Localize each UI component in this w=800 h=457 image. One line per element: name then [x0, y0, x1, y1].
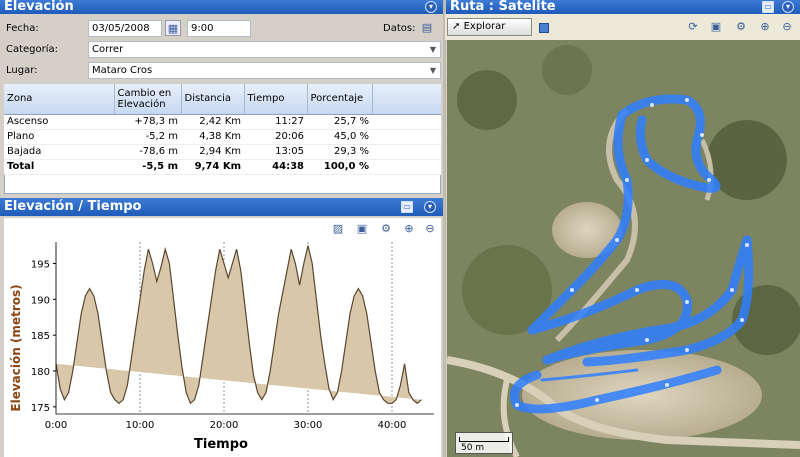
empty-cell	[372, 158, 441, 175]
select-region-icon[interactable]	[539, 23, 549, 33]
datos-icon[interactable]: ▤	[419, 20, 435, 36]
lugar-row: Lugar: Mataro Cros ▼	[0, 61, 445, 81]
tiempo-cell: 20:06	[244, 129, 307, 145]
scale-bar-line	[459, 437, 509, 442]
window-layout-icon[interactable]: ▭	[762, 1, 774, 13]
empty-cell	[372, 114, 441, 130]
elevation-panel-title-text: Elevación	[4, 0, 74, 14]
cambio-total-cell: -5,5 m	[114, 158, 181, 175]
tiempo-total-cell: 44:38	[244, 158, 307, 175]
scale-label: 50 m	[461, 443, 485, 453]
column-header-cambio[interactable]: Cambio en Elevación	[114, 84, 182, 115]
zoom-in-icon[interactable]: ⊕	[757, 19, 773, 35]
chevron-down-icon[interactable]: ▼	[426, 63, 440, 78]
column-header-zona[interactable]: Zona	[4, 84, 115, 115]
porcentaje-cell: 29,3 %	[307, 144, 372, 160]
cambio-cell: -78,6 m	[114, 144, 181, 160]
zona-total-cell: Total	[4, 158, 114, 175]
y-tick-label: 195	[31, 260, 50, 271]
cambio-cell: -5,2 m	[114, 129, 181, 145]
porcentaje-cell: 25,7 %	[307, 114, 372, 130]
tiempo-cell: 11:27	[244, 114, 307, 130]
elevation-area	[56, 245, 422, 404]
table-total-row[interactable]: Total -5,5 m 9,74 Km 44:38 100,0 %	[4, 158, 441, 175]
route-path	[527, 279, 692, 365]
route-path	[510, 365, 722, 414]
distancia-cell: 4,38 Km	[181, 129, 244, 145]
chart-panel-title-text: Elevación / Tiempo	[4, 199, 142, 214]
y-tick-label: 185	[31, 331, 50, 342]
panel-divider[interactable]	[443, 0, 446, 457]
chart-panel-title: Elevación / Tiempo	[0, 198, 443, 216]
elevation-panel-menu-icon[interactable]: ▾	[425, 1, 437, 13]
y-tick-label: 190	[31, 295, 50, 306]
datos-label: Datos:	[383, 23, 416, 34]
refresh-icon[interactable]: ⟳	[685, 19, 701, 35]
route-path	[617, 94, 721, 193]
porcentaje-cell: 45,0 %	[307, 129, 372, 145]
chevron-down-icon[interactable]: ▼	[426, 42, 440, 57]
porcentaje-total-cell: 100,0 %	[307, 158, 372, 175]
column-header-porcentaje[interactable]: Porcentaje	[307, 84, 373, 115]
categoria-select[interactable]: Correr ▼	[88, 41, 441, 58]
route-panel-title: Ruta : Satelite	[446, 0, 800, 14]
window-layout-icon[interactable]: ▭	[401, 201, 413, 213]
zoom-out-icon[interactable]: ⊖	[779, 19, 795, 35]
cursor-arrow-icon: ➚	[452, 21, 461, 32]
x-tick-label: 40:00	[378, 420, 407, 431]
cambio-cell: +78,3 m	[114, 114, 181, 130]
settings-gear-icon[interactable]: ⚙	[733, 19, 749, 35]
x-tick-label: 30:00	[294, 420, 323, 431]
table-row[interactable]: Plano -5,2 m 4,38 Km 20:06 45,0 %	[4, 129, 441, 145]
zona-cell: Plano	[4, 129, 114, 145]
save-icon[interactable]: ▣	[708, 19, 724, 35]
explore-button-label: Explorar	[463, 21, 506, 32]
satellite-map[interactable]: 50 m	[447, 40, 800, 457]
tiempo-cell: 13:05	[244, 144, 307, 160]
empty-cell	[372, 129, 441, 145]
chart-area: ▨ ▣ ⚙ ⊕ ⊖ 0:00 10:00 20:00 30:00 40:00 175 180…	[4, 218, 441, 457]
table-row[interactable]: Ascenso +78,3 m 2,42 Km 11:27 25,7 %	[4, 114, 441, 130]
zona-cell: Ascenso	[4, 114, 114, 130]
distancia-cell: 2,94 Km	[181, 144, 244, 160]
calendar-icon[interactable]: ▦	[165, 20, 181, 36]
fecha-label: Fecha:	[6, 23, 39, 34]
x-tick-label: 0:00	[45, 420, 67, 431]
column-header-tiempo[interactable]: Tiempo	[244, 84, 308, 115]
x-tick-label: 20:00	[210, 420, 239, 431]
distancia-total-cell: 9,74 Km	[181, 158, 244, 175]
column-header-empty	[372, 84, 441, 115]
categoria-value: Correr	[92, 44, 124, 55]
route-path	[540, 368, 639, 382]
categoria-row: Categoría: Correr ▼	[0, 40, 445, 60]
lugar-label: Lugar:	[6, 65, 38, 76]
x-axis-label: Tiempo	[194, 437, 248, 452]
distancia-cell: 2,42 Km	[181, 114, 244, 130]
zones-table-header: Zona Cambio en Elevación Distancia Tiemp…	[4, 84, 441, 115]
explore-button[interactable]: ➚ Explorar	[447, 18, 532, 36]
elevation-panel-title: Elevación	[0, 0, 443, 14]
route-panel-title-text: Ruta : Satelite	[450, 0, 556, 14]
zones-table: Zona Cambio en Elevación Distancia Tiemp…	[4, 84, 441, 175]
fecha-row: Fecha: 03/05/2008 ▦ 9:00 Datos: ▤	[0, 19, 445, 39]
hora-input[interactable]: 9:00	[187, 20, 251, 37]
y-tick-label: 180	[31, 367, 50, 378]
route-overlay	[510, 94, 754, 414]
x-tick-label: 10:00	[126, 420, 155, 431]
categoria-label: Categoría:	[6, 44, 59, 55]
map-scale-bar: 50 m	[455, 432, 513, 454]
column-header-distancia[interactable]: Distancia	[181, 84, 245, 115]
elevation-time-chart[interactable]: 0:00 10:00 20:00 30:00 40:00175180185190195 …	[4, 218, 441, 457]
lugar-value: Mataro Cros	[92, 65, 153, 76]
y-axis-label: Elevación (metros)	[9, 284, 23, 411]
fecha-input[interactable]: 03/05/2008	[88, 20, 162, 37]
zona-cell: Bajada	[4, 144, 114, 160]
route-panel-menu-icon[interactable]: ▾	[782, 1, 794, 13]
y-tick-label: 175	[31, 403, 50, 414]
map-toolbar: ➚ Explorar ⟳ ▣ ⚙ ⊕ ⊖	[445, 14, 800, 40]
lugar-select[interactable]: Mataro Cros ▼	[88, 62, 441, 79]
empty-cell	[372, 144, 441, 160]
table-row[interactable]: Bajada -78,6 m 2,94 Km 13:05 29,3 %	[4, 144, 441, 160]
chart-panel-menu-icon[interactable]: ▾	[424, 201, 436, 213]
